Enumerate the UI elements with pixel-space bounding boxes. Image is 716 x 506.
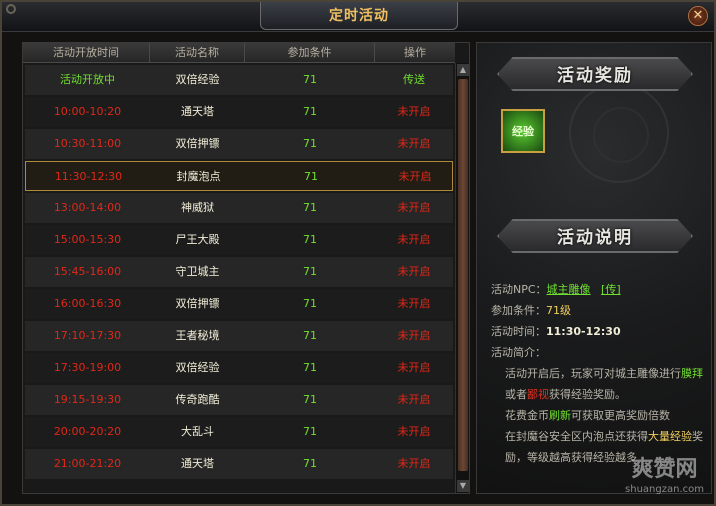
row-time: 19:15-19:30	[53, 393, 122, 406]
table-row[interactable]: 10:00-10:20 通天塔 71 未开启	[25, 97, 453, 127]
row-action-status: 未开启	[397, 297, 431, 310]
row-condition: 71	[303, 201, 317, 214]
table-body: 活动开放中 双倍经验 71 传送 10:00-10:20 通天塔 71 未开启 10:30-11…	[23, 63, 455, 493]
teleport-link[interactable]: [传]	[601, 283, 621, 296]
row-time: 13:00-14:00	[53, 201, 122, 214]
row-name: 王者秘境	[175, 329, 220, 342]
header-name: 活动名称	[150, 43, 245, 63]
activity-table: 活动开放时间 活动名称 参加条件 操作 活动开放中 双倍经验 71 传送 10:00-1…	[22, 42, 470, 494]
row-condition: 71	[303, 425, 317, 438]
close-button[interactable]: ✕	[688, 6, 708, 26]
npc-link[interactable]: 城主雕像	[547, 283, 591, 296]
scrollbar[interactable]: ▲ ▼	[455, 63, 469, 493]
intro-paragraph-1: 活动开启后，玩家可对城主雕像进行膜拜或者鄙视获得经验奖励。	[505, 367, 703, 401]
table-row[interactable]: 10:30-11:00 双倍押镖 71 未开启	[25, 129, 453, 159]
row-action-status: 未开启	[397, 137, 431, 150]
row-name: 神威狱	[181, 201, 214, 214]
table-row[interactable]: 16:00-16:30 双倍押镖 71 未开启	[25, 289, 453, 319]
row-action-status: 未开启	[398, 170, 432, 183]
description-text: 活动NPC：城主雕像 [传] 参加条件：71级 活动时间：11:30-12:30…	[491, 279, 705, 468]
npc-line: 活动NPC：城主雕像 [传]	[491, 283, 621, 296]
row-name: 双倍经验	[175, 73, 220, 86]
row-condition: 71	[303, 265, 317, 278]
row-condition: 71	[303, 457, 317, 470]
row-time: 15:00-15:30	[53, 233, 122, 246]
row-time: 17:30-19:00	[53, 361, 122, 374]
intro-label: 活动简介：	[491, 346, 546, 359]
scroll-thumb[interactable]	[458, 79, 468, 471]
table-row[interactable]: 活动开放中 双倍经验 71 传送	[25, 65, 453, 95]
row-time: 17:10-17:30	[53, 329, 122, 342]
table-row[interactable]: 11:30-12:30 封魔泡点 71 未开启	[25, 161, 453, 191]
row-time: 10:30-11:00	[53, 137, 122, 150]
row-action-status: 未开启	[397, 361, 431, 374]
scroll-down-arrow-icon[interactable]: ▼	[457, 480, 469, 492]
row-action-status: 未开启	[397, 233, 431, 246]
row-time: 10:00-10:20	[53, 105, 122, 118]
watermark: 爽赞网 shuangzan.com	[625, 457, 704, 496]
row-condition: 71	[303, 137, 317, 150]
activity-window: 定时活动 ✕ 活动开放时间 活动名称 参加条件 操作 活动开放中 双倍经验 71 传送…	[0, 0, 716, 506]
info-panel: 活动奖励 经验 活动说明 活动NPC：城主雕像 [传] 参加条件：71级 活动时…	[476, 42, 712, 494]
row-name: 传奇跑酷	[175, 393, 220, 406]
row-condition: 71	[303, 361, 317, 374]
table-header: 活动开放时间 活动名称 参加条件 操作	[23, 43, 455, 63]
row-time: 11:30-12:30	[54, 170, 123, 183]
scroll-up-arrow-icon[interactable]: ▲	[457, 64, 469, 76]
row-name: 封魔泡点	[176, 170, 221, 183]
row-time: 活动开放中	[60, 73, 115, 86]
exp-orb-icon[interactable]: 经验	[501, 109, 545, 153]
row-name: 尸王大殿	[175, 233, 220, 246]
row-action-status: 未开启	[397, 265, 431, 278]
table-row[interactable]: 20:00-20:20 大乱斗 71 未开启	[25, 417, 453, 447]
row-name: 双倍经验	[175, 361, 220, 374]
intro-paragraph-2: 花费金币刷新可获取更高奖励倍数	[505, 409, 670, 422]
header-condition: 参加条件	[245, 43, 375, 63]
table-row[interactable]: 19:15-19:30 传奇跑酷 71 未开启	[25, 385, 453, 415]
table-row[interactable]: 13:00-14:00 神威狱 71 未开启	[25, 193, 453, 223]
table-row[interactable]: 15:45-16:00 守卫城主 71 未开启	[25, 257, 453, 287]
row-name: 大乱斗	[181, 425, 214, 438]
row-time: 15:45-16:00	[53, 265, 122, 278]
row-name: 通天塔	[181, 457, 214, 470]
row-condition: 71	[303, 329, 317, 342]
row-name: 双倍押镖	[175, 297, 220, 310]
emblem-background-icon	[569, 83, 669, 183]
rewards-banner: 活动奖励	[497, 57, 693, 91]
row-condition: 71	[304, 170, 318, 183]
row-name: 双倍押镖	[175, 137, 220, 150]
table-row[interactable]: 21:00-21:20 通天塔 71 未开启	[25, 449, 453, 479]
row-action-status: 未开启	[397, 393, 431, 406]
row-condition: 71	[303, 297, 317, 310]
row-action-status: 未开启	[397, 329, 431, 342]
row-action-status: 未开启	[397, 425, 431, 438]
row-name: 守卫城主	[175, 265, 220, 278]
window-title: 定时活动	[260, 2, 458, 30]
table-row[interactable]: 17:30-19:00 双倍经验 71 未开启	[25, 353, 453, 383]
row-action-status: 未开启	[397, 457, 431, 470]
reward-item-label: 经验	[512, 125, 534, 138]
row-condition: 71	[303, 73, 317, 86]
row-condition: 71	[303, 105, 317, 118]
row-time: 21:00-21:20	[53, 457, 122, 470]
header-action: 操作	[404, 46, 426, 59]
row-action-status: 未开启	[397, 105, 431, 118]
table-row[interactable]: 17:10-17:30 王者秘境 71 未开启	[25, 321, 453, 351]
time-line: 活动时间：11:30-12:30	[491, 325, 621, 338]
row-name: 通天塔	[181, 105, 214, 118]
row-condition: 71	[303, 233, 317, 246]
title-bar[interactable]: 定时活动 ✕	[2, 2, 714, 32]
header-time: 活动开放时间	[23, 43, 150, 63]
row-time: 20:00-20:20	[53, 425, 122, 438]
table-row[interactable]: 15:00-15:30 尸王大殿 71 未开启	[25, 225, 453, 255]
teleport-button[interactable]: 传送	[375, 65, 453, 95]
corner-ornament-left	[6, 4, 16, 14]
row-action-status: 未开启	[397, 201, 431, 214]
row-time: 16:00-16:30	[53, 297, 122, 310]
condition-line: 参加条件：71级	[491, 304, 571, 317]
description-banner: 活动说明	[497, 219, 693, 253]
row-condition: 71	[303, 393, 317, 406]
